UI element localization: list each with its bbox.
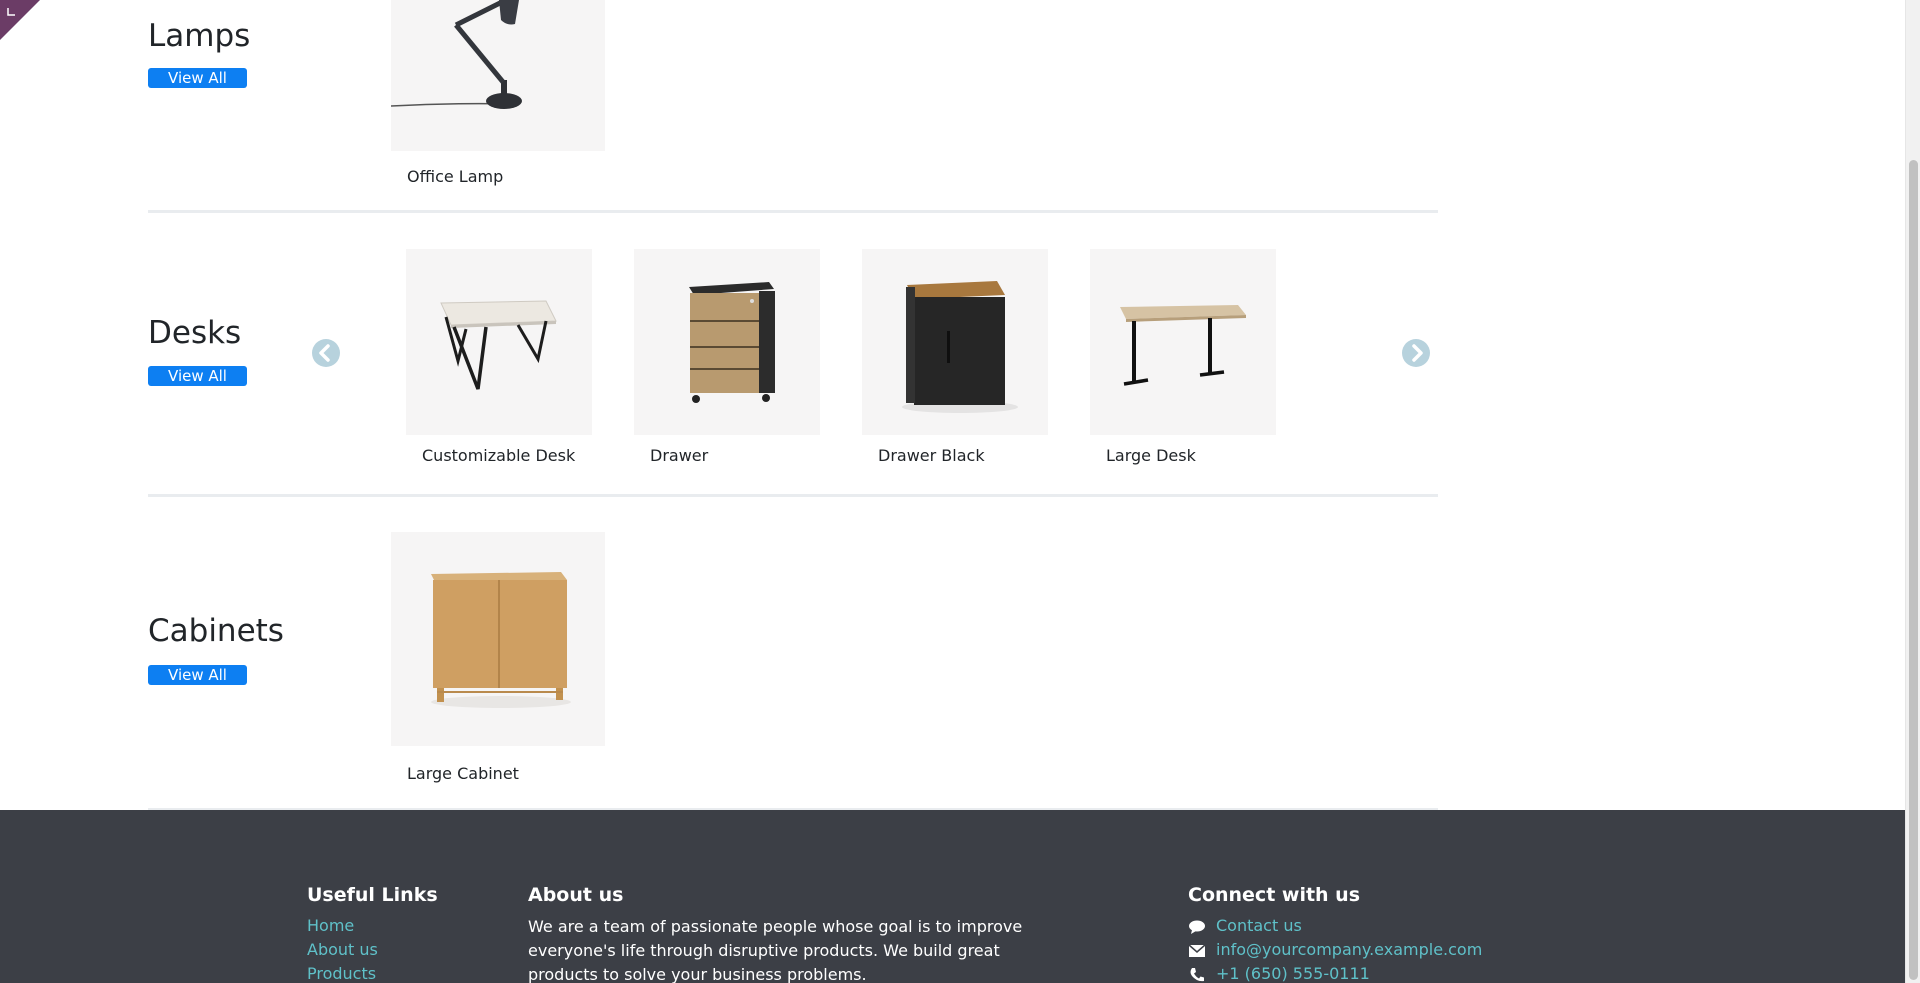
product-name[interactable]: Drawer Black — [878, 446, 985, 465]
useful-links-heading: Useful Links — [307, 884, 438, 906]
product-name[interactable]: Office Lamp — [407, 167, 503, 186]
carousel-next-button[interactable] — [1402, 339, 1430, 367]
product-image[interactable] — [634, 249, 820, 435]
chevron-right-icon — [1412, 344, 1423, 362]
connect-heading: Connect with us — [1188, 884, 1361, 906]
phone-icon — [1190, 968, 1204, 982]
product-card[interactable]: Drawer — [634, 249, 820, 465]
phone-link[interactable]: +1 (650) 555-0111 — [1216, 964, 1370, 983]
product-name[interactable]: Customizable Desk — [422, 446, 575, 465]
product-image[interactable] — [406, 249, 592, 435]
site-footer: Useful Links Home About us Products Abou… — [0, 810, 1905, 983]
view-all-button[interactable]: View All — [148, 366, 247, 386]
view-all-button[interactable]: View All — [148, 68, 247, 88]
product-card[interactable]: Customizable Desk — [406, 249, 592, 465]
view-all-button[interactable]: View All — [148, 665, 247, 685]
product-name[interactable]: Large Desk — [1106, 446, 1196, 465]
product-image[interactable] — [1090, 249, 1276, 435]
footer-link-home[interactable]: Home — [307, 916, 354, 935]
product-card[interactable]: Drawer Black — [862, 249, 1048, 465]
footer-link-about-us[interactable]: About us — [307, 940, 378, 959]
drawer-black-image — [902, 281, 1018, 413]
product-name[interactable]: Large Cabinet — [407, 764, 519, 783]
product-card[interactable]: Office Lamp — [391, 0, 605, 186]
page-scrollbar[interactable] — [1905, 0, 1920, 983]
category-title: Desks — [148, 315, 242, 351]
product-image[interactable] — [391, 532, 605, 746]
product-image[interactable] — [862, 249, 1048, 435]
about-text: We are a team of passionate people whose… — [528, 917, 1023, 983]
large-cabinet-image — [431, 572, 571, 708]
customizable-desk-image — [440, 300, 557, 390]
envelope-icon — [1188, 944, 1206, 957]
contact-us-link[interactable]: Contact us — [1216, 916, 1302, 935]
large-desk-image — [1120, 305, 1246, 386]
carousel-prev-button[interactable] — [312, 339, 340, 367]
about-heading: About us — [528, 884, 624, 906]
category-section-cabinets: Cabinets View All Large Cabinet — [148, 497, 1438, 811]
category-title: Cabinets — [148, 613, 284, 649]
lamp-image — [391, 0, 522, 109]
footer-link-products[interactable]: Products — [307, 964, 376, 983]
category-title: Lamps — [148, 18, 251, 54]
product-image[interactable] — [391, 0, 605, 151]
product-card[interactable]: Large Desk — [1090, 249, 1276, 465]
category-section-lamps: Lamps View All Office Lamp — [148, 0, 1438, 213]
product-name[interactable]: Drawer — [650, 446, 708, 465]
scrollbar-thumb[interactable] — [1909, 160, 1918, 980]
editor-corner-icon[interactable] — [0, 0, 40, 40]
chevron-left-icon — [319, 344, 330, 362]
drawer-image — [689, 282, 775, 403]
category-section-desks: Desks View All Customizable Desk Drawer … — [148, 213, 1438, 497]
comment-icon — [1189, 920, 1205, 934]
email-link[interactable]: info@yourcompany.example.com — [1216, 940, 1482, 959]
product-card[interactable]: Large Cabinet — [391, 532, 605, 783]
